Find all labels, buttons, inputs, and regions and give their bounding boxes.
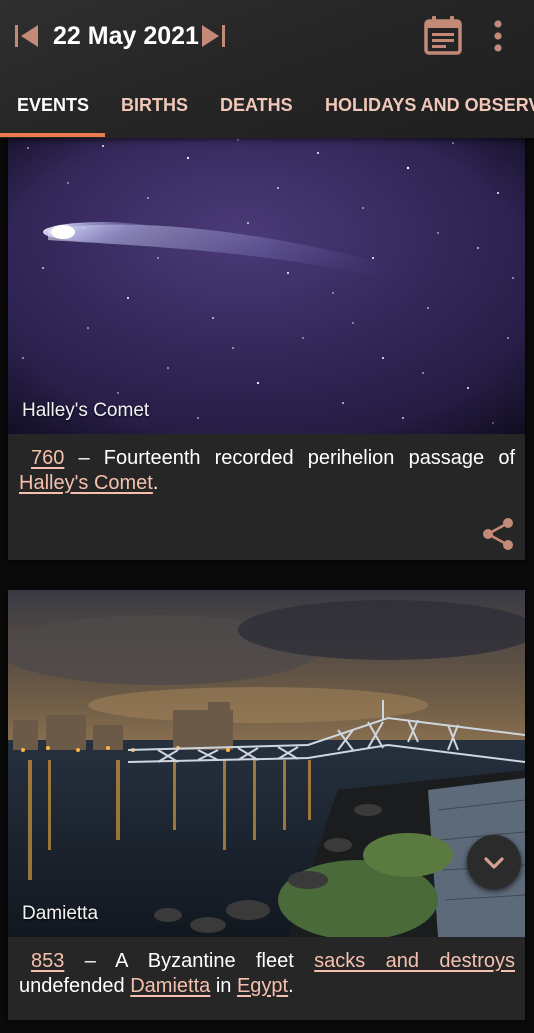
app-root: 22 May 2021 EVENTS BIRTHS DEATHS HOLIDAY… (0, 0, 534, 1033)
event-card: Halley's Comet 760 – Fourteenth recorded… (8, 138, 525, 560)
event-description: 760 – Fourteenth recorded perihelion pas… (8, 434, 525, 496)
tab-holidays-and-observances[interactable]: HOLIDAYS AND OBSERV (325, 80, 534, 138)
sacks-and-destroys-link[interactable]: sacks and destroys (314, 950, 515, 972)
event-card: Damietta 853 – A Byzantine fleet sacks a… (8, 590, 525, 1020)
top-app-bar: 22 May 2021 EVENTS BIRTHS DEATHS HOLIDAY… (0, 0, 534, 138)
year-link[interactable]: 760 (31, 447, 64, 469)
more-vert-icon[interactable] (486, 16, 510, 56)
event-text-segment: – Fourteenth recorded perihelion passage… (64, 447, 516, 469)
chevron-down-icon (484, 857, 504, 869)
event-image[interactable]: Damietta (8, 590, 525, 937)
scroll-down-button[interactable] (467, 835, 521, 889)
current-date[interactable]: 22 May 2021 (53, 19, 199, 53)
event-image[interactable]: Halley's Comet (8, 138, 525, 434)
halleys-comet-link[interactable]: Halley's Comet (19, 472, 153, 494)
damietta-photo (8, 590, 525, 937)
events-list[interactable]: Halley's Comet 760 – Fourteenth recorded… (0, 138, 534, 1033)
share-icon[interactable] (481, 516, 515, 552)
skip-previous-icon[interactable] (12, 20, 42, 52)
date-navigator: 22 May 2021 (0, 14, 534, 58)
event-text-segment: undefended (19, 975, 131, 997)
egypt-link[interactable]: Egypt (237, 975, 288, 997)
image-caption: Damietta (22, 903, 99, 924)
event-text-segment: . (152, 472, 159, 494)
calendar-icon[interactable] (423, 14, 463, 56)
event-description: 853 – A Byzantine fleet sacks and destro… (8, 937, 525, 999)
tab-births[interactable]: BIRTHS (121, 80, 188, 138)
skip-next-icon[interactable] (198, 20, 228, 52)
tab-deaths[interactable]: DEATHS (220, 80, 293, 138)
image-caption: Halley's Comet (22, 400, 150, 421)
active-tab-indicator (0, 133, 105, 137)
halleys-comet-photo (8, 138, 525, 434)
tab-bar: EVENTS BIRTHS DEATHS HOLIDAYS AND OBSERV (0, 80, 534, 138)
tab-events[interactable]: EVENTS (17, 80, 89, 138)
year-link[interactable]: 853 (31, 950, 64, 972)
damietta-link[interactable]: Damietta (130, 975, 210, 997)
event-text-segment: in (210, 975, 237, 997)
event-text-segment: . (288, 975, 294, 997)
event-text-segment: – A Byzantine fleet (64, 950, 315, 972)
